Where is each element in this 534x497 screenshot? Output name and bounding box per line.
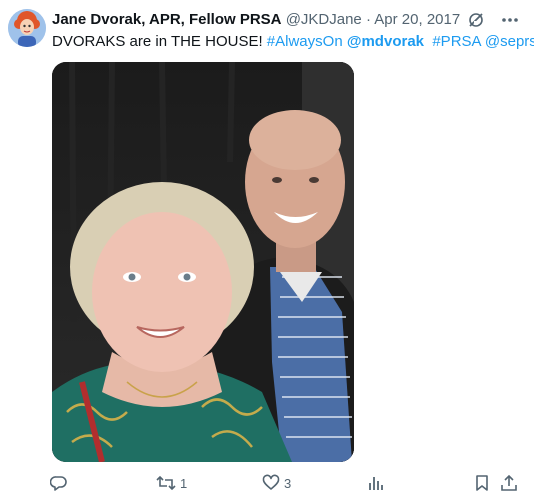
avatar-illustration xyxy=(8,9,46,47)
views-button[interactable] xyxy=(368,474,388,492)
reply-button[interactable] xyxy=(50,474,72,492)
share-button[interactable] xyxy=(500,474,518,492)
share-icon xyxy=(500,474,518,492)
views-icon xyxy=(368,474,384,492)
retweet-icon xyxy=(156,474,176,492)
like-count: 3 xyxy=(284,475,292,491)
tweet-text: DVORAKS are in THE HOUSE! #AlwaysOn @mdv… xyxy=(52,32,534,52)
tweet-header: Jane Dvorak, APR, Fellow PRSA @JKDJane ·… xyxy=(52,10,474,30)
more-icon[interactable] xyxy=(500,10,520,30)
grok-icon[interactable] xyxy=(466,10,486,30)
bookmark-button[interactable] xyxy=(474,474,490,492)
selfie-photo-illustration xyxy=(52,62,354,462)
heart-icon xyxy=(262,474,280,492)
mention-link[interactable]: @seprsa xyxy=(485,33,534,50)
bookmark-icon xyxy=(474,474,490,492)
author-handle[interactable]: @JKDJane xyxy=(286,11,362,28)
tweet-text-part: DVORAKS are in THE HOUSE! xyxy=(52,33,267,50)
reply-icon xyxy=(50,474,68,492)
like-button[interactable]: 3 xyxy=(262,474,291,492)
tweet-date[interactable]: Apr 20, 2017 xyxy=(374,11,460,28)
tweet-actions: 1 3 xyxy=(50,474,520,496)
retweet-count: 1 xyxy=(180,475,188,491)
hashtag-link[interactable]: #AlwaysOn xyxy=(267,33,343,50)
hashtag-link[interactable]: #PRSA xyxy=(432,33,480,50)
tweet[interactable]: Jane Dvorak, APR, Fellow PRSA @JKDJane ·… xyxy=(0,0,534,497)
tweet-top-icons xyxy=(466,10,520,30)
retweet-button[interactable]: 1 xyxy=(156,474,187,492)
mention-link[interactable]: @mdvorak xyxy=(347,33,424,50)
author-name[interactable]: Jane Dvorak, APR, Fellow PRSA xyxy=(52,11,282,28)
separator-dot: · xyxy=(365,11,371,28)
tweet-photo[interactable] xyxy=(52,62,354,462)
author-avatar[interactable] xyxy=(8,9,46,47)
